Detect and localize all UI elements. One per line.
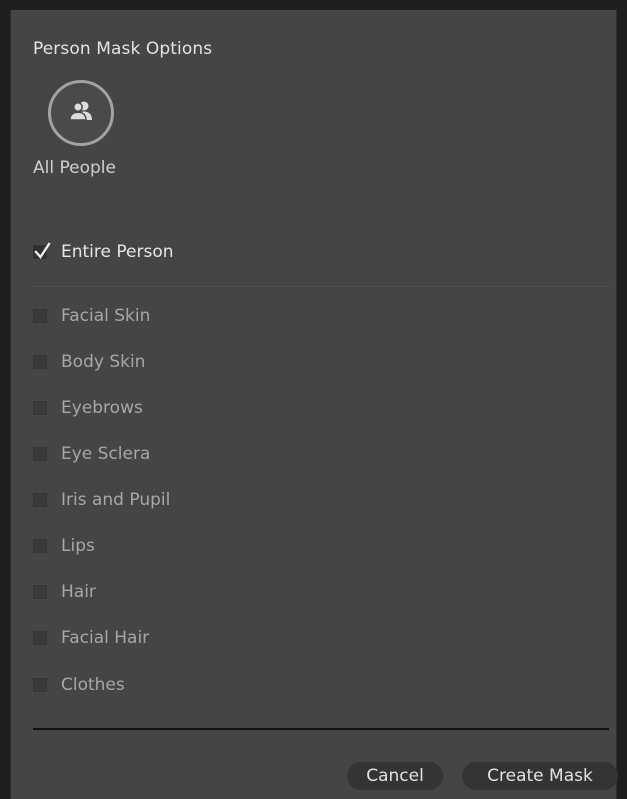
iris-and-pupil-label: Iris and Pupil bbox=[61, 490, 171, 510]
clothes-label: Clothes bbox=[61, 675, 125, 695]
part-option-eye-sclera[interactable]: Eye Sclera bbox=[33, 439, 150, 469]
people-icon bbox=[67, 100, 95, 126]
part-option-clothes[interactable]: Clothes bbox=[33, 670, 125, 700]
body-skin-checkbox[interactable] bbox=[33, 355, 47, 369]
eyebrows-checkbox[interactable] bbox=[33, 401, 47, 415]
eye-sclera-label: Eye Sclera bbox=[61, 444, 151, 464]
part-option-hair[interactable]: Hair bbox=[33, 577, 96, 607]
eyebrows-label: Eyebrows bbox=[61, 398, 143, 418]
facial-hair-checkbox[interactable] bbox=[33, 631, 47, 645]
dialog-title: Person Mask Options bbox=[33, 39, 213, 59]
entire-person-checkbox[interactable] bbox=[33, 242, 51, 259]
part-option-body-skin[interactable]: Body Skin bbox=[33, 347, 145, 377]
footer-divider bbox=[33, 728, 609, 730]
entire-person-label: Entire Person bbox=[61, 242, 174, 262]
facial-skin-checkbox[interactable] bbox=[33, 309, 47, 323]
hair-label: Hair bbox=[61, 582, 96, 602]
checkmark-icon bbox=[34, 241, 52, 265]
body-skin-label: Body Skin bbox=[61, 352, 146, 372]
create-mask-button[interactable]: Create Mask bbox=[462, 762, 618, 790]
part-option-facial-skin[interactable]: Facial Skin bbox=[33, 301, 150, 331]
hair-checkbox[interactable] bbox=[33, 585, 47, 599]
lips-label: Lips bbox=[61, 536, 95, 556]
facial-skin-label: Facial Skin bbox=[61, 306, 151, 326]
part-option-eyebrows[interactable]: Eyebrows bbox=[33, 393, 143, 423]
all-people-button[interactable] bbox=[48, 80, 114, 146]
person-mask-options-panel: Person Mask Options All People Entire Pe… bbox=[10, 10, 618, 799]
part-option-iris-and-pupil[interactable]: Iris and Pupil bbox=[33, 485, 170, 515]
eye-sclera-checkbox[interactable] bbox=[33, 447, 47, 461]
facial-hair-label: Facial Hair bbox=[61, 628, 150, 648]
clothes-checkbox[interactable] bbox=[33, 678, 47, 692]
part-option-lips[interactable]: Lips bbox=[33, 531, 95, 561]
all-people-label: All People bbox=[33, 158, 116, 178]
cancel-button[interactable]: Cancel bbox=[347, 762, 443, 790]
iris-and-pupil-checkbox[interactable] bbox=[33, 493, 47, 507]
entire-person-option[interactable]: Entire Person bbox=[33, 237, 174, 267]
lips-checkbox[interactable] bbox=[33, 539, 47, 553]
divider bbox=[33, 286, 609, 287]
part-option-facial-hair[interactable]: Facial Hair bbox=[33, 623, 149, 653]
